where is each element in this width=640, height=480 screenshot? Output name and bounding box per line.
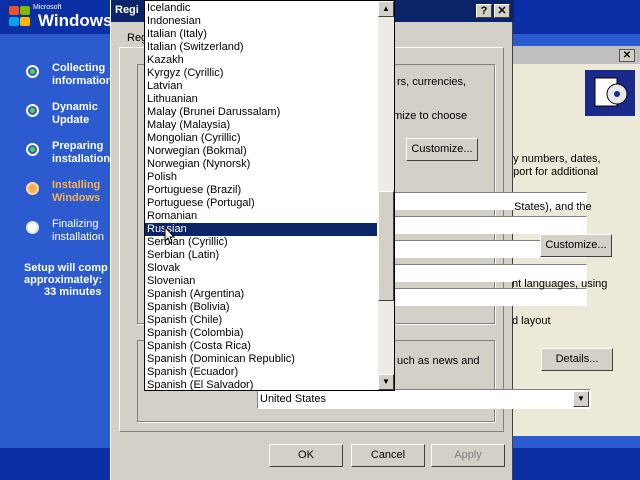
customize-button-2[interactable]: Customize... [540,234,612,257]
dropdown-item[interactable]: Spanish (Colombia) [145,327,377,340]
dropdown-item[interactable]: Indonesian [145,15,377,28]
dropdown-item[interactable]: Polish [145,171,377,184]
step-done-icon [26,104,39,117]
help-icon[interactable]: ? [476,4,492,18]
dropdown-item[interactable]: Icelandic [145,2,377,15]
dropdown-item[interactable]: Italian (Italy) [145,28,377,41]
dropdown-item[interactable]: Portuguese (Portugal) [145,197,377,210]
dropdown-item[interactable]: Serbian (Latin) [145,249,377,262]
details-button[interactable]: Details... [541,348,613,371]
support-text: pport for additional [507,166,599,178]
dropdown-item[interactable]: Spanish (Costa Rica) [145,340,377,353]
dropdown-scrollbar[interactable]: ▲ ▼ [378,1,394,390]
dropdown-item[interactable]: Romanian [145,210,377,223]
step-label: Collecting information [52,62,113,87]
dropdown-item[interactable]: Spanish (Argentina) [145,288,377,301]
dropdown-item[interactable]: Kyrgyz (Cyrillic) [145,67,377,80]
dropdown-item[interactable]: Kazakh [145,54,377,67]
close-icon[interactable]: ✕ [494,4,510,18]
dropdown-item[interactable]: Portuguese (Brazil) [145,184,377,197]
time-line-1: Setup will comp [24,262,108,274]
close-icon[interactable]: ✕ [619,49,635,62]
dropdown-item[interactable]: Russian [145,223,377,236]
location-value: United States [260,393,327,405]
currencies-text: rs, currencies, [397,76,467,88]
setup-steps: Collecting information Dynamic Update Pr… [24,62,124,257]
scroll-up-icon[interactable]: ▲ [378,1,394,17]
dropdown-item[interactable]: Spanish (Ecuador) [145,366,377,379]
step-preparing: Preparing installation [24,140,124,179]
customize-hint-text: omize to choose [387,110,468,122]
ok-button[interactable]: OK [269,444,343,467]
scroll-down-icon[interactable]: ▼ [378,374,394,390]
cd-box-icon [585,70,635,116]
apply-button[interactable]: Apply [431,444,505,467]
customize-button[interactable]: Customize... [406,138,478,161]
dropdown-item[interactable]: Mongolian (Cyrillic) [145,132,377,145]
step-label: Installing Windows [52,179,101,204]
windows-flag-icon [8,6,30,26]
scroll-thumb[interactable] [378,191,394,301]
dropdown-item[interactable]: Norwegian (Nynorsk) [145,158,377,171]
numbers-text: ay numbers, dates, [507,153,601,165]
dropdown-item[interactable]: Serbian (Cyrillic) [145,236,377,249]
dropdown-item[interactable]: Spanish (Bolivia) [145,301,377,314]
dropdown-item[interactable]: Lithuanian [145,93,377,106]
dropdown-item[interactable]: Malay (Brunei Darussalam) [145,106,377,119]
states-text: States), and the [514,201,592,213]
step-installing: Installing Windows [24,179,124,218]
languages-text: nt languages, using [512,278,608,290]
layout-text: d layout [512,315,551,327]
dialog-title: Regi [115,4,139,16]
microsoft-label: Microsoft [33,4,62,11]
setup-time-remaining: Setup will comp approximately: 33 minute… [24,262,114,298]
dropdown-item[interactable]: Spanish (El Salvador) [145,379,377,390]
step-finalizing: Finalizing installation [24,218,124,257]
chevron-down-icon[interactable]: ▼ [573,391,589,407]
dropdown-item[interactable]: Latvian [145,80,377,93]
step-label: Dynamic Update [52,101,98,126]
dropdown-item[interactable]: Malay (Malaysia) [145,119,377,132]
dropdown-item[interactable]: Slovenian [145,275,377,288]
language-dropdown-list[interactable]: Icelandic Indonesian Italian (Italy) Italia… [144,0,395,391]
dropdown-item[interactable]: Spanish (Chile) [145,314,377,327]
step-done-icon [26,65,39,78]
dropdown-item[interactable]: Slovak [145,262,377,275]
time-line-2: approximately: [24,274,103,286]
cancel-button[interactable]: Cancel [351,444,425,467]
dropdown-item[interactable]: Norwegian (Bokmal) [145,145,377,158]
time-line-3: 33 minutes [44,286,102,298]
step-collecting: Collecting information [24,62,124,101]
dropdown-item[interactable]: Spanish (Dominican Republic) [145,353,377,366]
news-text: uch as news and [397,355,480,367]
mouse-cursor-icon [164,226,176,244]
dropdown-items: Icelandic Indonesian Italian (Italy) Italia… [145,2,377,390]
step-active-icon [26,182,39,195]
step-label: Preparing installation [52,140,111,165]
dropdown-item[interactable]: Italian (Switzerland) [145,41,377,54]
windows-label: Windows [38,11,113,30]
step-done-icon [26,143,39,156]
step-dynamic-update: Dynamic Update [24,101,124,140]
step-pending-icon [26,221,39,234]
windows-logo: Microsoft Windows [8,4,118,30]
location-select[interactable]: United States ▼ [257,389,591,409]
background-dialog-titlebar: ✕ [507,46,640,64]
step-label: Finalizing installation [52,218,104,243]
